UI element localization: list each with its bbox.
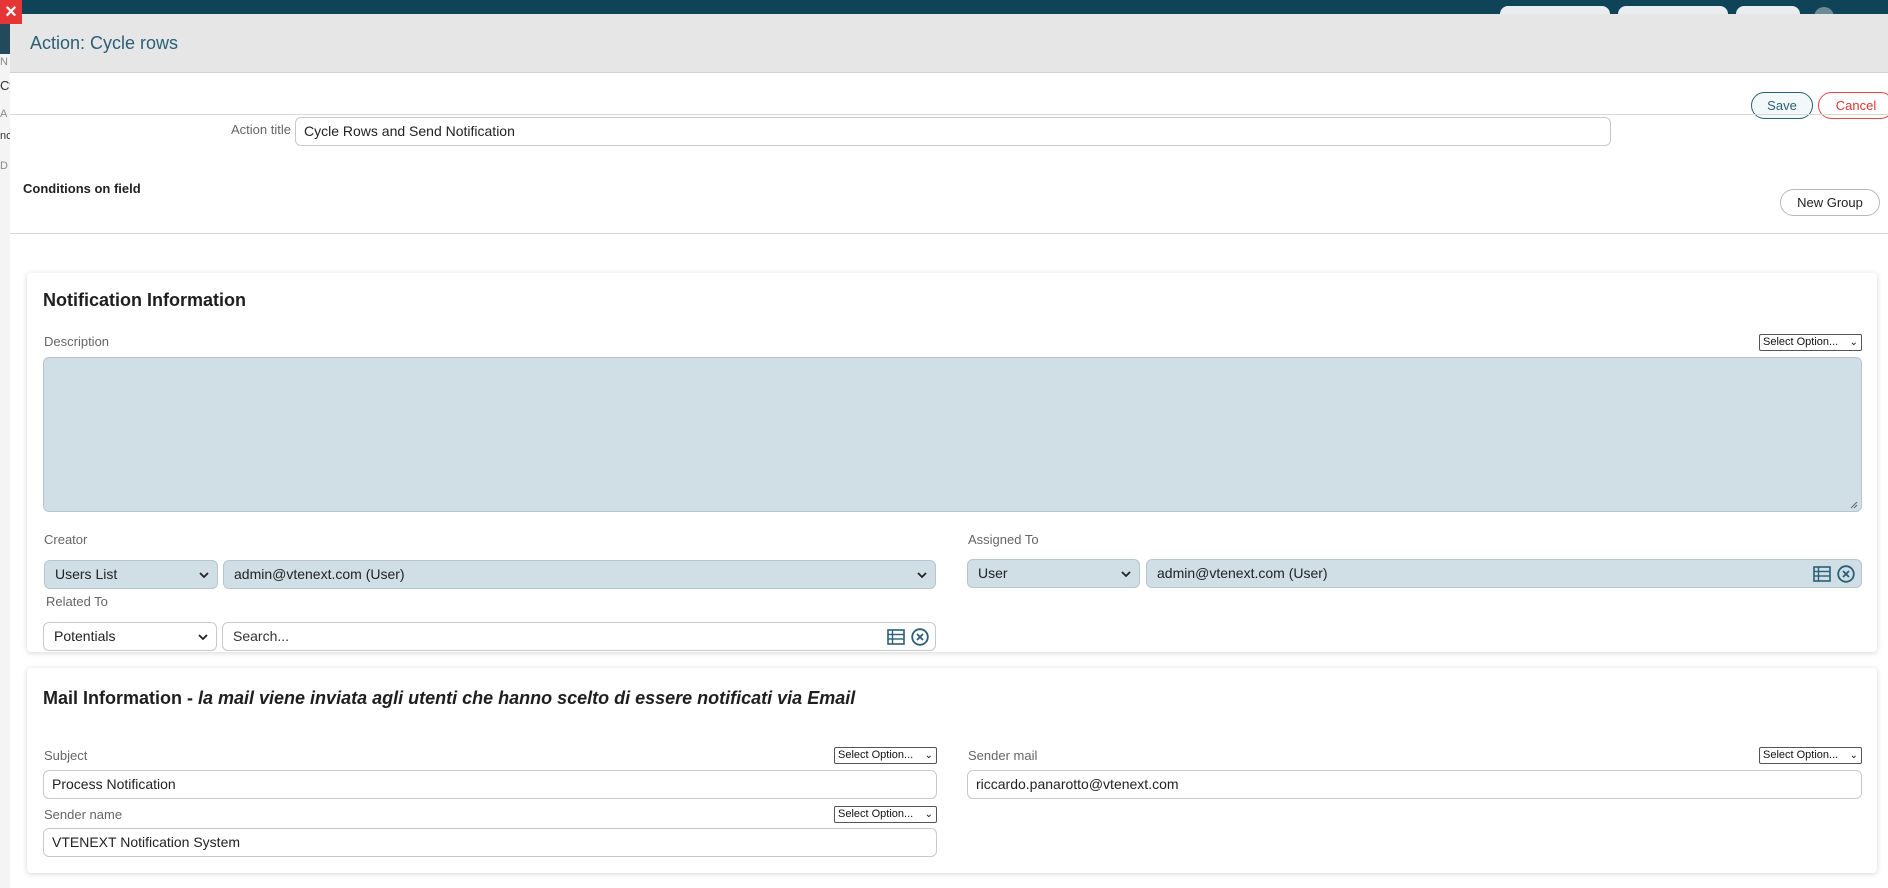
related-to-search-input[interactable]: Search...: [222, 622, 936, 651]
chevron-down-icon: [198, 634, 208, 641]
background-page-edge: N Cy A nc D: [0, 14, 16, 888]
creator-label: Creator: [44, 532, 88, 547]
assigned-to-value: admin@vtenext.com (User): [1157, 565, 1328, 581]
mail-section: Mail Information - la mail viene inviata…: [27, 668, 1877, 873]
assigned-type-select[interactable]: User: [967, 559, 1140, 588]
chevron-down-icon: ⌄: [1849, 337, 1858, 348]
close-icon[interactable]: ×: [0, 0, 22, 24]
assigned-to-field[interactable]: admin@vtenext.com (User): [1146, 559, 1862, 588]
sender-name-input[interactable]: VTENEXT Notification System: [43, 828, 937, 857]
creator-value-select[interactable]: admin@vtenext.com (User): [223, 560, 936, 589]
description-option-select[interactable]: Select Option... ⌄: [1759, 334, 1862, 351]
chevron-down-icon: [917, 572, 927, 579]
creator-type-select[interactable]: Users List: [44, 560, 218, 589]
resize-handle-icon[interactable]: [1850, 501, 1858, 509]
app-topbar: [0, 0, 1888, 27]
background-text: A: [0, 108, 8, 120]
action-title-input[interactable]: Cycle Rows and Send Notification: [295, 117, 1611, 146]
select-value: Users List: [55, 566, 118, 582]
section-title: Notification Information: [43, 290, 246, 310]
list-icon[interactable]: [887, 628, 905, 646]
new-group-button[interactable]: New Group: [1780, 189, 1880, 216]
mail-title: Mail Information: [43, 688, 182, 708]
select-value: Select Option...: [838, 808, 914, 820]
sender-name-label: Sender name: [44, 807, 123, 822]
related-to-module-select[interactable]: Potentials: [43, 622, 217, 651]
related-to-label: Related To: [46, 594, 108, 609]
mail-title-note: la mail viene inviata agli utenti che ha…: [198, 688, 856, 708]
divider: [10, 233, 1888, 234]
select-value: Select Option...: [838, 749, 914, 761]
divider: [10, 114, 1888, 115]
background-text: N: [0, 56, 8, 68]
sender-mail-option-select[interactable]: Select Option... ⌄: [1759, 747, 1862, 764]
subject-input[interactable]: Process Notification: [43, 770, 937, 799]
dialog-header: Action: Cycle rows: [10, 14, 1888, 73]
sender-mail-label: Sender mail: [968, 748, 1038, 763]
title-separator: -: [182, 688, 198, 708]
dialog-title: Action: Cycle rows: [30, 33, 179, 53]
select-value: Potentials: [54, 628, 116, 644]
clear-circle-icon[interactable]: [911, 628, 929, 646]
chevron-down-icon: [199, 572, 209, 579]
description-label: Description: [44, 334, 110, 349]
sender-name-option-select[interactable]: Select Option... ⌄: [834, 806, 937, 823]
chevron-down-icon: ⌄: [924, 809, 933, 820]
subject-label: Subject: [44, 748, 88, 763]
assigned-to-label: Assigned To: [968, 532, 1039, 547]
conditions-label: Conditions on field: [23, 181, 141, 196]
select-value: Select Option...: [1763, 749, 1839, 761]
select-value: User: [978, 565, 1008, 581]
list-icon[interactable]: [1813, 565, 1831, 583]
search-placeholder: Search...: [233, 628, 290, 644]
subject-option-select[interactable]: Select Option... ⌄: [834, 747, 937, 764]
background-block: [0, 22, 10, 54]
clear-circle-icon[interactable]: [1837, 565, 1855, 583]
chevron-down-icon: [1121, 571, 1131, 578]
select-value: admin@vtenext.com (User): [234, 566, 405, 582]
action-dialog: Action: Cycle rows Save Cancel Action ti…: [10, 14, 1888, 888]
description-textarea[interactable]: [43, 357, 1862, 512]
background-text: D: [0, 160, 8, 172]
chevron-down-icon: ⌄: [1849, 750, 1858, 761]
action-title-label: Action title: [231, 122, 291, 137]
section-title: Mail Information - la mail viene inviata…: [43, 688, 855, 709]
select-value: Select Option...: [1763, 336, 1839, 348]
chevron-down-icon: ⌄: [924, 750, 933, 761]
notification-section: Notification Information Description Sel…: [27, 273, 1877, 652]
sender-mail-input[interactable]: riccardo.panarotto@vtenext.com: [967, 770, 1862, 799]
